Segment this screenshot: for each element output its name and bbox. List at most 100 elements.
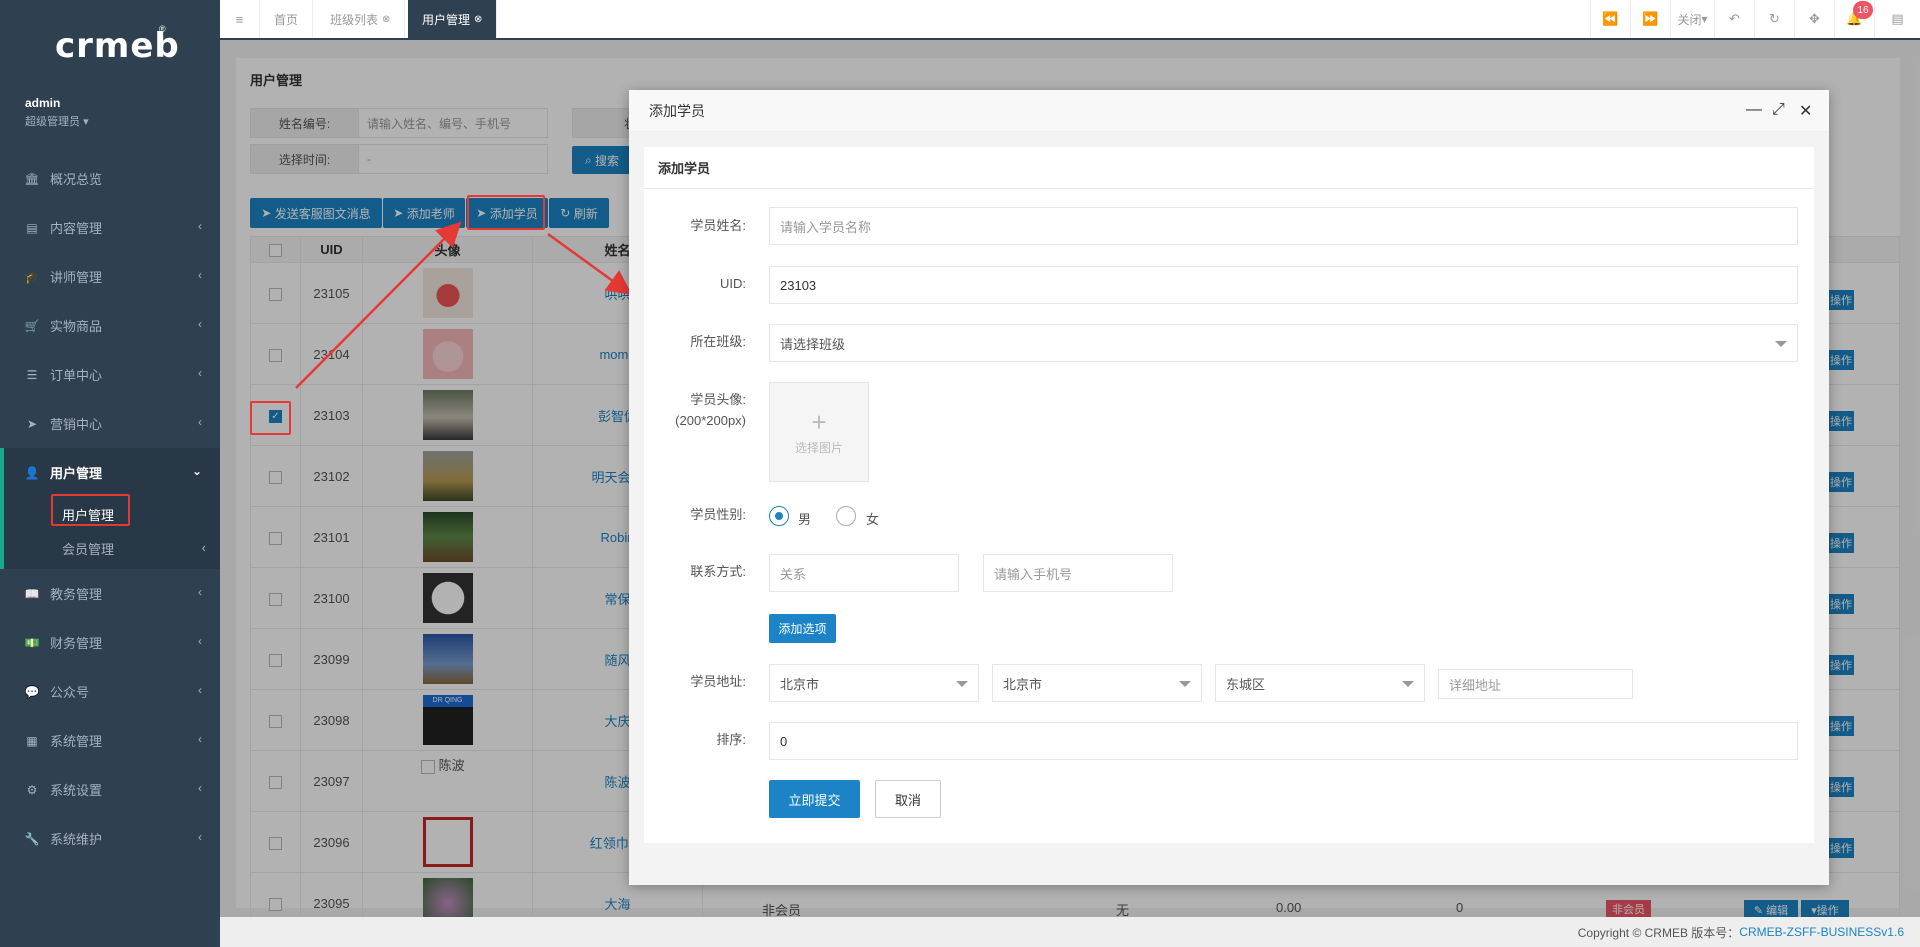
user-profile[interactable]: admin 超级管理员 ▾ (25, 96, 89, 129)
version-link[interactable]: CRMEB-ZSFF-BUSINESSv1.6 (1739, 925, 1904, 939)
gender-male-radio[interactable] (769, 506, 789, 526)
close-tabs-dropdown[interactable]: 关闭 ▾ (1670, 0, 1714, 38)
sidebar-subitem-member-manage[interactable]: 会员管理 ‹ (4, 531, 220, 565)
bank-icon: 🏛 (24, 171, 40, 186)
chevron-left-icon: ‹ (198, 830, 202, 844)
sidebar-item-maintenance[interactable]: 🔧 系统维护 ‹ (0, 814, 220, 863)
book-icon: 📖 (24, 586, 40, 601)
upload-label: 选择图片 (794, 440, 843, 455)
submit-button[interactable]: 立即提交 (769, 780, 860, 818)
close-icon[interactable]: ⊗ (474, 14, 482, 25)
sidebar-item-overview[interactable]: 🏛 概况总览 (0, 154, 220, 203)
plus-icon: + (811, 406, 827, 437)
class-select-value: 请选择班级 (780, 336, 846, 352)
list-icon: ☰ (26, 367, 38, 382)
add-option-button[interactable]: 添加选项 (769, 614, 836, 643)
move-icon[interactable]: ✥ (1794, 0, 1834, 38)
highlight-box-checkbox (250, 401, 291, 435)
tab-class-list[interactable]: 班级列表 ⊗ (316, 0, 406, 38)
sidebar-item-system[interactable]: ▦ 系统管理 ‹ (0, 716, 220, 765)
list-icon[interactable]: ▤ (1874, 0, 1920, 38)
scroll-left-button[interactable]: ⏪ (1590, 0, 1630, 38)
detail-address-input[interactable]: 详细地址 (1438, 669, 1633, 699)
copyright-text: Copyright © CRMEB 版本号： (1577, 925, 1740, 940)
sidebar-item-label: 教务管理 (50, 587, 103, 602)
relation-input[interactable]: 关系 (769, 554, 959, 592)
tab-label: 首页 (274, 12, 299, 27)
class-select[interactable]: 请选择班级 (769, 324, 1798, 362)
user-icon: 👤 (24, 465, 40, 480)
avatar-upload[interactable]: + 选择图片 (769, 382, 869, 482)
add-student-modal: 添加学员 — ⤢ ✕ 添加学员 学员姓名: 请输入学员名称 UID: 23103… (629, 90, 1829, 885)
chevron-left-icon: ‹ (198, 634, 202, 648)
class-label: 所在班级: (690, 334, 746, 349)
sidebar-item-label: 讲师管理 (50, 270, 103, 285)
gender-female-label[interactable]: 女 (866, 509, 879, 528)
close-icon[interactable]: ✕ (1799, 101, 1812, 121)
sidebar-item-content[interactable]: ▤ 内容管理 ‹ (0, 203, 220, 252)
close-tabs-label: 关闭 (1677, 12, 1702, 27)
maximize-icon[interactable]: ⤢ (1772, 101, 1785, 119)
sidebar-item-label: 订单中心 (50, 368, 103, 383)
uid-input[interactable]: 23103 (769, 266, 1798, 304)
highlight-box-submenu (51, 494, 130, 526)
sidebar-item-label: 系统设置 (50, 783, 103, 798)
gender-male-label[interactable]: 男 (798, 509, 811, 528)
sidebar-item-settings[interactable]: ⚙ 系统设置 ‹ (0, 765, 220, 814)
menu-toggle-button[interactable]: ≡ (220, 0, 260, 38)
minimize-icon[interactable]: — (1746, 101, 1762, 119)
sidebar: crmeb ® admin 超级管理员 ▾ 🏛 概况总览 ▤ 内容管理 ‹ 🎓 讲师管理… (0, 0, 220, 947)
sidebar-item-finance[interactable]: 💵 财务管理 ‹ (0, 618, 220, 667)
chevron-left-icon: ‹ (198, 781, 202, 795)
chevron-down-icon (1402, 681, 1414, 687)
chevron-down-icon (956, 681, 968, 687)
sidebar-item-teacher[interactable]: 🎓 讲师管理 ‹ (0, 252, 220, 301)
sidebar-item-label: 内容管理 (50, 221, 103, 236)
gender-female-radio[interactable] (836, 506, 856, 526)
close-icon[interactable]: ⊗ (382, 14, 390, 25)
student-name-input[interactable]: 请输入学员名称 (769, 207, 1798, 245)
contact-label: 联系方式: (690, 564, 746, 579)
sidebar-item-goods[interactable]: 🛒 实物商品 ‹ (0, 301, 220, 350)
wrench-icon: 🔧 (24, 831, 40, 846)
tab-label: 用户管理 (422, 12, 471, 27)
sidebar-item-academic[interactable]: 📖 教务管理 ‹ (0, 569, 220, 618)
chevron-left-icon: ‹ (198, 732, 202, 746)
chevron-down-icon (1179, 681, 1191, 687)
sidebar-item-users[interactable]: 👤 用户管理 ⌄ (0, 448, 220, 497)
logo-registered: ® (159, 24, 166, 34)
sort-input[interactable]: 0 (769, 722, 1798, 760)
user-role: 超级管理员 (25, 116, 80, 128)
province-select[interactable]: 北京市 (769, 664, 979, 702)
modal-body-title: 添加学员 (644, 147, 1814, 189)
sidebar-item-orders[interactable]: ☰ 订单中心 ‹ (0, 350, 220, 399)
grid-icon: ▦ (26, 733, 38, 748)
modal-title: 添加学员 (649, 102, 705, 119)
city-select[interactable]: 北京市 (992, 664, 1202, 702)
chevron-left-icon: ‹ (201, 540, 206, 555)
scroll-right-button[interactable]: ⏩ (1630, 0, 1670, 38)
user-name: admin (25, 96, 61, 110)
user-role-dropdown[interactable]: 超级管理员 ▾ (25, 113, 89, 129)
scrollbar[interactable] (1914, 55, 1920, 535)
cancel-button[interactable]: 取消 (875, 780, 941, 818)
notification-badge: 16 (1853, 1, 1873, 19)
district-select[interactable]: 东城区 (1215, 664, 1425, 702)
tab-user-manage[interactable]: 用户管理 ⊗ (408, 0, 498, 38)
phone-input[interactable]: 请输入手机号 (983, 554, 1173, 592)
city-value: 北京市 (1003, 676, 1043, 692)
tab-home[interactable]: 首页 (260, 0, 314, 38)
sidebar-item-label: 系统维护 (50, 832, 103, 847)
sidebar-item-label: 营销中心 (50, 417, 103, 432)
crmeb-logo[interactable]: crmeb ® (55, 24, 179, 66)
sidebar-item-wechat[interactable]: 💬 公众号 ‹ (0, 667, 220, 716)
modal-header: 添加学员 — ⤢ ✕ (629, 90, 1829, 132)
undo-icon[interactable]: ↶ (1714, 0, 1754, 38)
sidebar-item-label: 系统管理 (50, 734, 103, 749)
sidebar-item-label: 财务管理 (50, 636, 103, 651)
newspaper-icon: ▤ (26, 220, 38, 235)
chevron-down-icon: ⌄ (191, 464, 202, 478)
refresh-icon[interactable]: ↻ (1754, 0, 1794, 38)
sidebar-item-label: 公众号 (50, 685, 90, 700)
sidebar-item-marketing[interactable]: ➤ 营销中心 ‹ (0, 399, 220, 448)
